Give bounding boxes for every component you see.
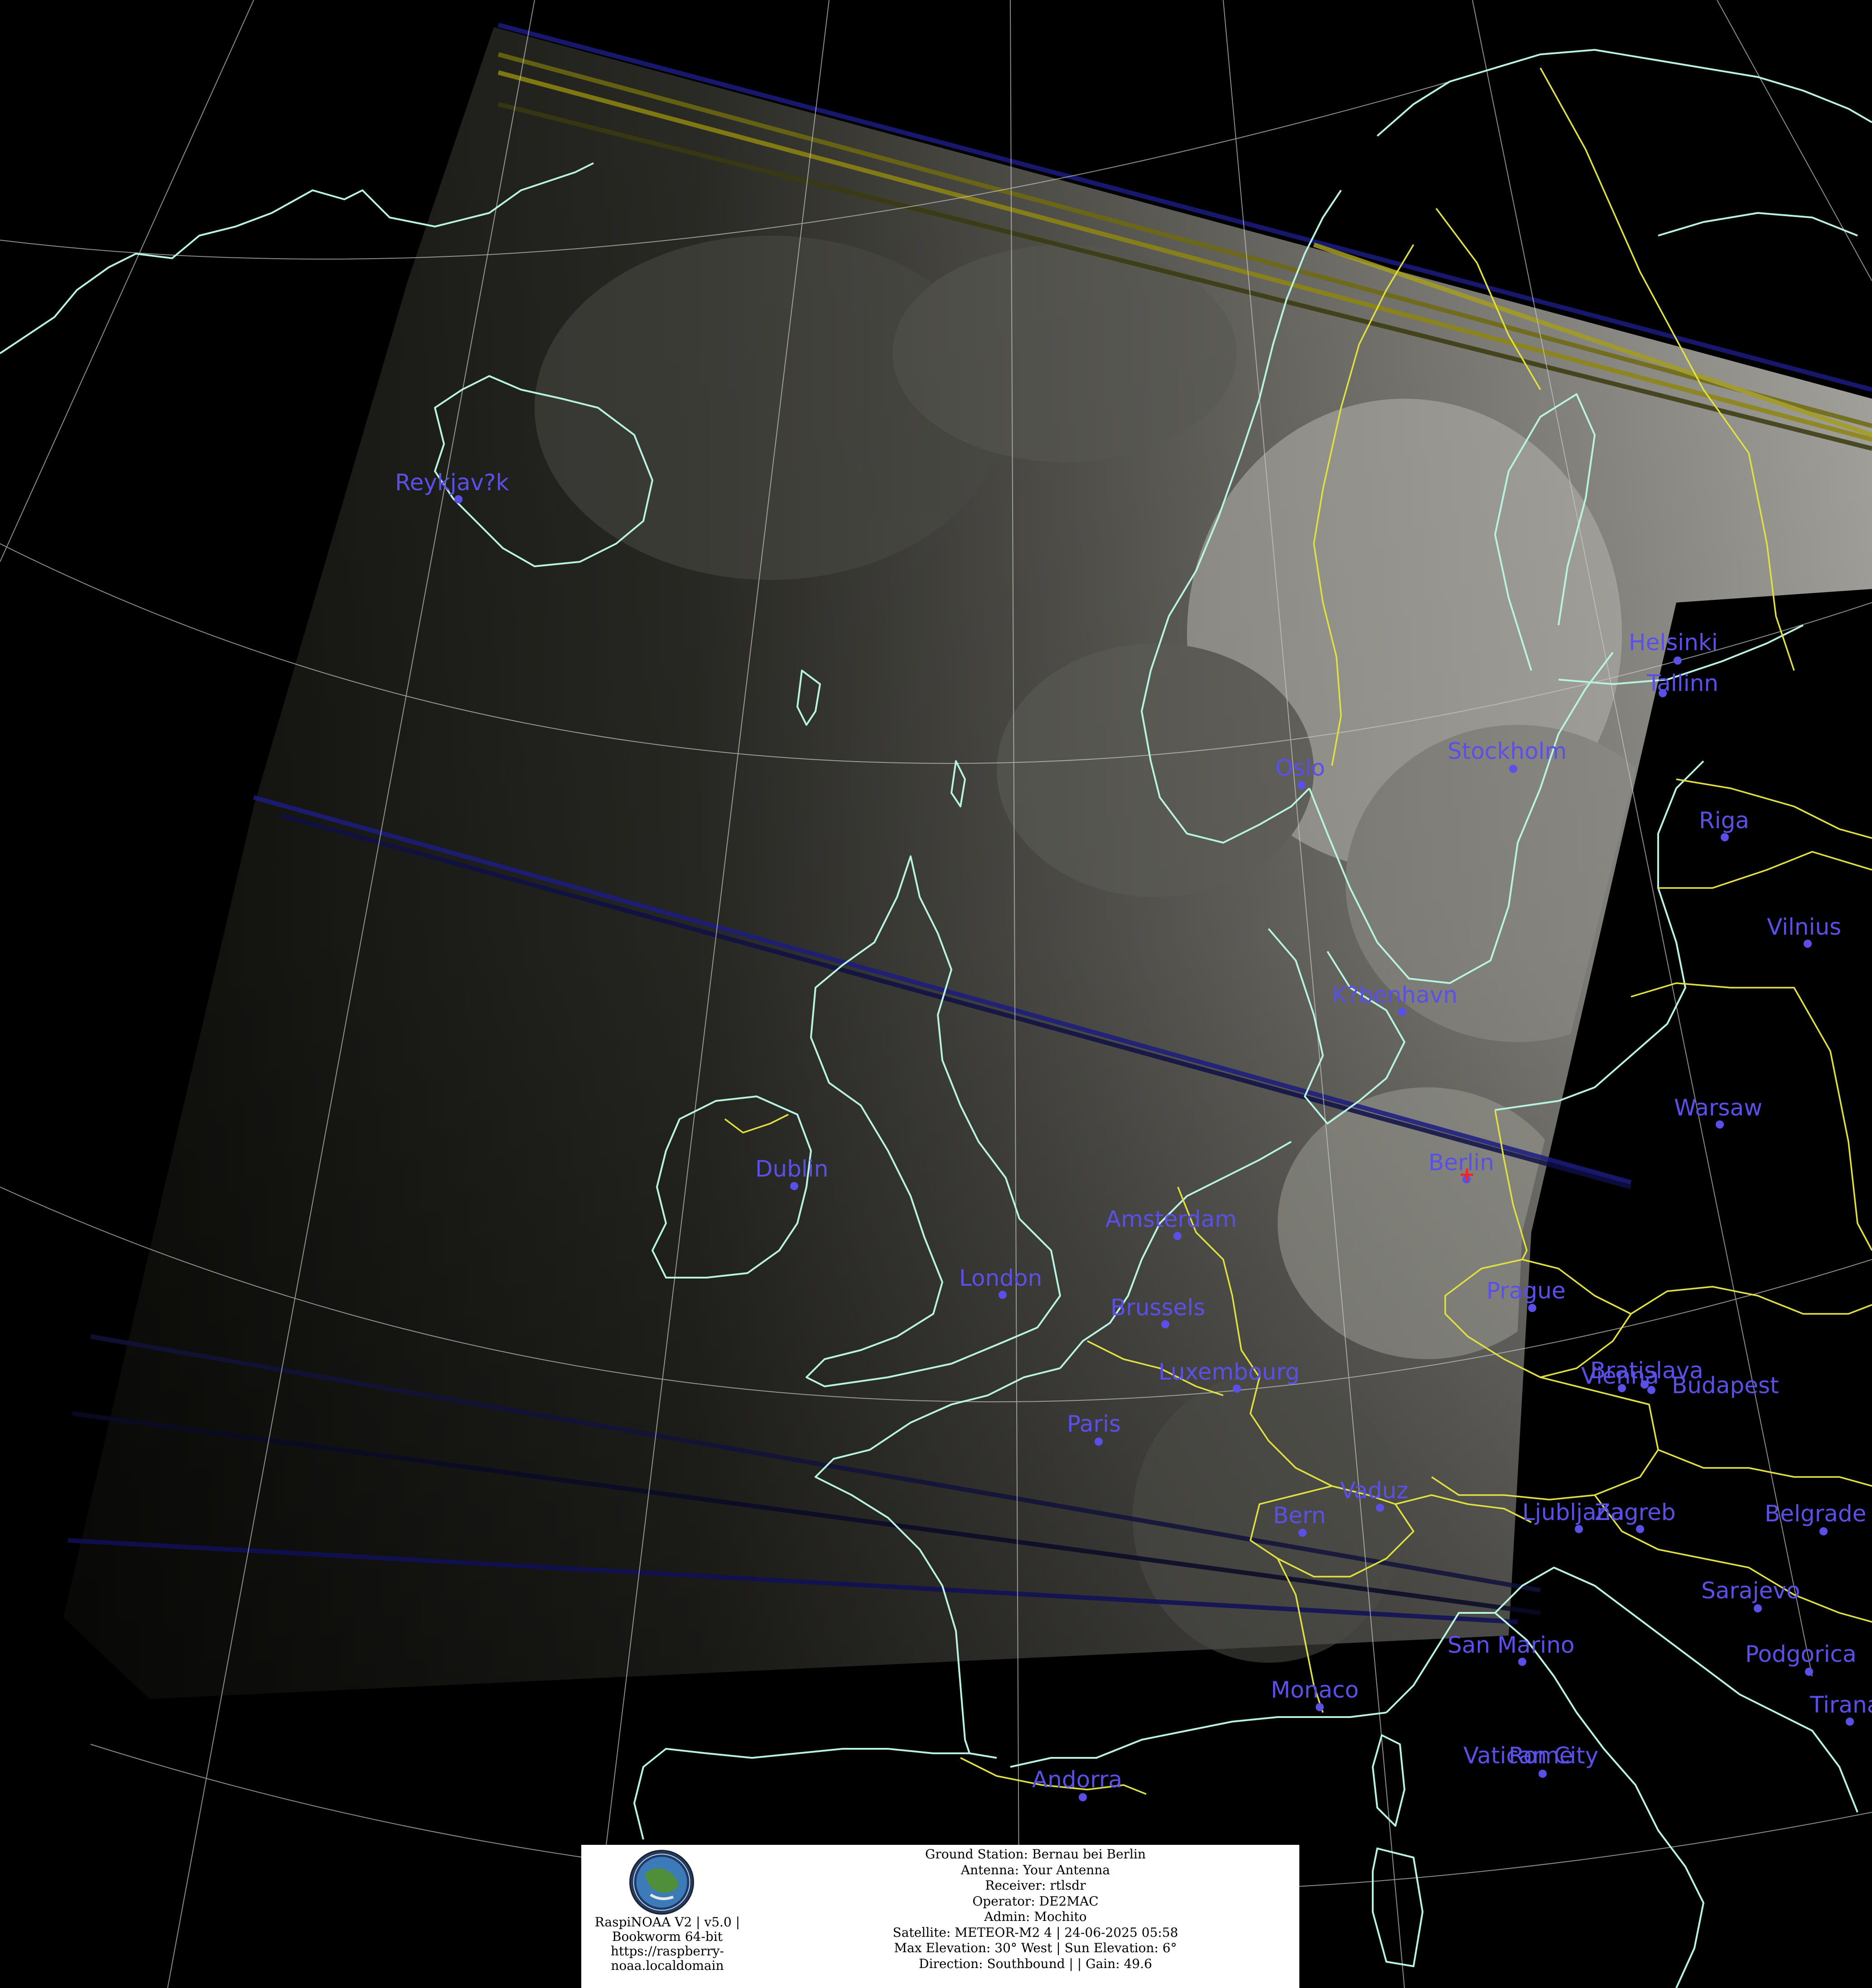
svg-text:Oslo: Oslo [1275, 755, 1325, 781]
svg-text:Bern: Bern [1273, 1502, 1326, 1529]
svg-text:Prague: Prague [1486, 1278, 1566, 1304]
svg-text:Sarajevo: Sarajevo [1701, 1578, 1800, 1604]
svg-text:Belgrade: Belgrade [1765, 1501, 1866, 1527]
admin-text: Admin: Mochito [984, 1909, 1087, 1924]
raspinoaa-logo-icon [629, 1850, 694, 1915]
svg-text:Amsterdam: Amsterdam [1105, 1206, 1237, 1232]
direction-text: Direction: Southbound | | Gain: 49.6 [919, 1956, 1152, 1971]
svg-text:Helsinki: Helsinki [1629, 629, 1718, 656]
svg-text:Stockholm: Stockholm [1447, 738, 1567, 764]
pass-details: Ground Station: Bernau bei Berlin Antenn… [772, 1847, 1299, 1972]
ground-station-text: Ground Station: Bernau bei Berlin [925, 1847, 1146, 1862]
svg-text:San Marino: San Marino [1447, 1632, 1574, 1658]
system-url-line-1: https://raspberry- [610, 1944, 724, 1959]
svg-text:Zagreb: Zagreb [1595, 1499, 1676, 1525]
svg-text:K?benhavn: K?benhavn [1332, 982, 1457, 1008]
pass-info-panel: RaspiNOAA V2 | v5.0 | Bookworm 64-bit ht… [581, 1845, 1299, 1988]
svg-text:Andorra: Andorra [1032, 1766, 1122, 1793]
operator-text: Operator: DE2MAC [972, 1893, 1099, 1909]
satellite-text: Satellite: METEOR-M2 4 | 24-06-2025 05:5… [893, 1925, 1178, 1940]
elevation-text: Max Elevation: 30° West | Sun Elevation:… [894, 1940, 1177, 1955]
satellite-map: Reykjav?k Helsinki Tallinn Stockholm Osl… [0, 0, 1872, 1988]
system-info: RaspiNOAA V2 | v5.0 | Bookworm 64-bit ht… [581, 1915, 753, 1973]
svg-text:Riga: Riga [1699, 807, 1749, 834]
city-rome[interactable]: Rome [1509, 1742, 1573, 1769]
svg-text:Vaduz: Vaduz [1340, 1477, 1409, 1504]
system-version-line: RaspiNOAA V2 | v5.0 | [594, 1915, 740, 1930]
svg-text:Luxembourg: Luxembourg [1158, 1359, 1300, 1385]
system-os-line: Bookworm 64-bit [612, 1929, 723, 1944]
svg-text:Rome: Rome [1509, 1742, 1573, 1769]
svg-text:Tallinn: Tallinn [1646, 670, 1718, 696]
svg-text:Tirana: Tirana [1809, 1692, 1872, 1718]
receiver-text: Receiver: rtlsdr [985, 1878, 1086, 1893]
svg-text:Dublin: Dublin [755, 1156, 828, 1182]
svg-text:Berlin: Berlin [1428, 1149, 1494, 1176]
system-url-line-2: noaa.localdomain [611, 1958, 724, 1973]
svg-text:Warsaw: Warsaw [1674, 1095, 1762, 1121]
city-tallinn[interactable]: Tallinn [1646, 670, 1718, 697]
svg-text:Vilnius: Vilnius [1767, 914, 1841, 940]
svg-text:London: London [959, 1265, 1042, 1291]
svg-text:Podgorica: Podgorica [1745, 1641, 1857, 1667]
svg-text:Brussels: Brussels [1110, 1294, 1205, 1321]
antenna-text: Antenna: Your Antenna [960, 1862, 1110, 1877]
svg-text:Reykjav?k: Reykjav?k [395, 469, 509, 496]
svg-text:Paris: Paris [1067, 1411, 1121, 1437]
svg-text:Budapest: Budapest [1672, 1372, 1779, 1399]
svg-text:Monaco: Monaco [1271, 1677, 1359, 1703]
